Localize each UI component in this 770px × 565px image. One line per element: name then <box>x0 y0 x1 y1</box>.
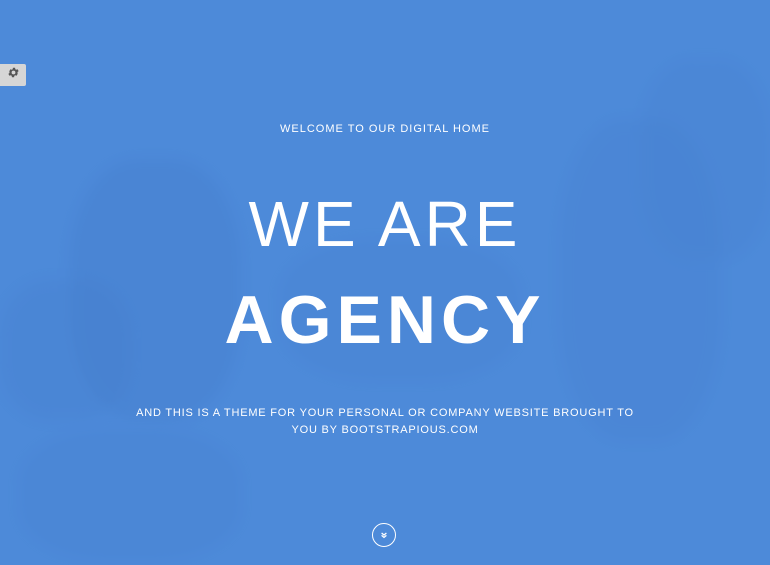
gear-icon <box>7 66 20 84</box>
hero-heading-light: WE ARE <box>248 188 522 260</box>
hero-tagline: AND THIS IS A THEME FOR YOUR PERSONAL OR… <box>136 407 634 436</box>
chevron-down-icon <box>380 526 388 544</box>
scroll-down-button[interactable] <box>372 523 396 547</box>
hero-heading-bold: AGENCY <box>224 282 546 358</box>
settings-toggle[interactable] <box>0 64 26 86</box>
hero-kicker: WELCOME TO OUR DIGITAL HOME <box>280 123 490 135</box>
